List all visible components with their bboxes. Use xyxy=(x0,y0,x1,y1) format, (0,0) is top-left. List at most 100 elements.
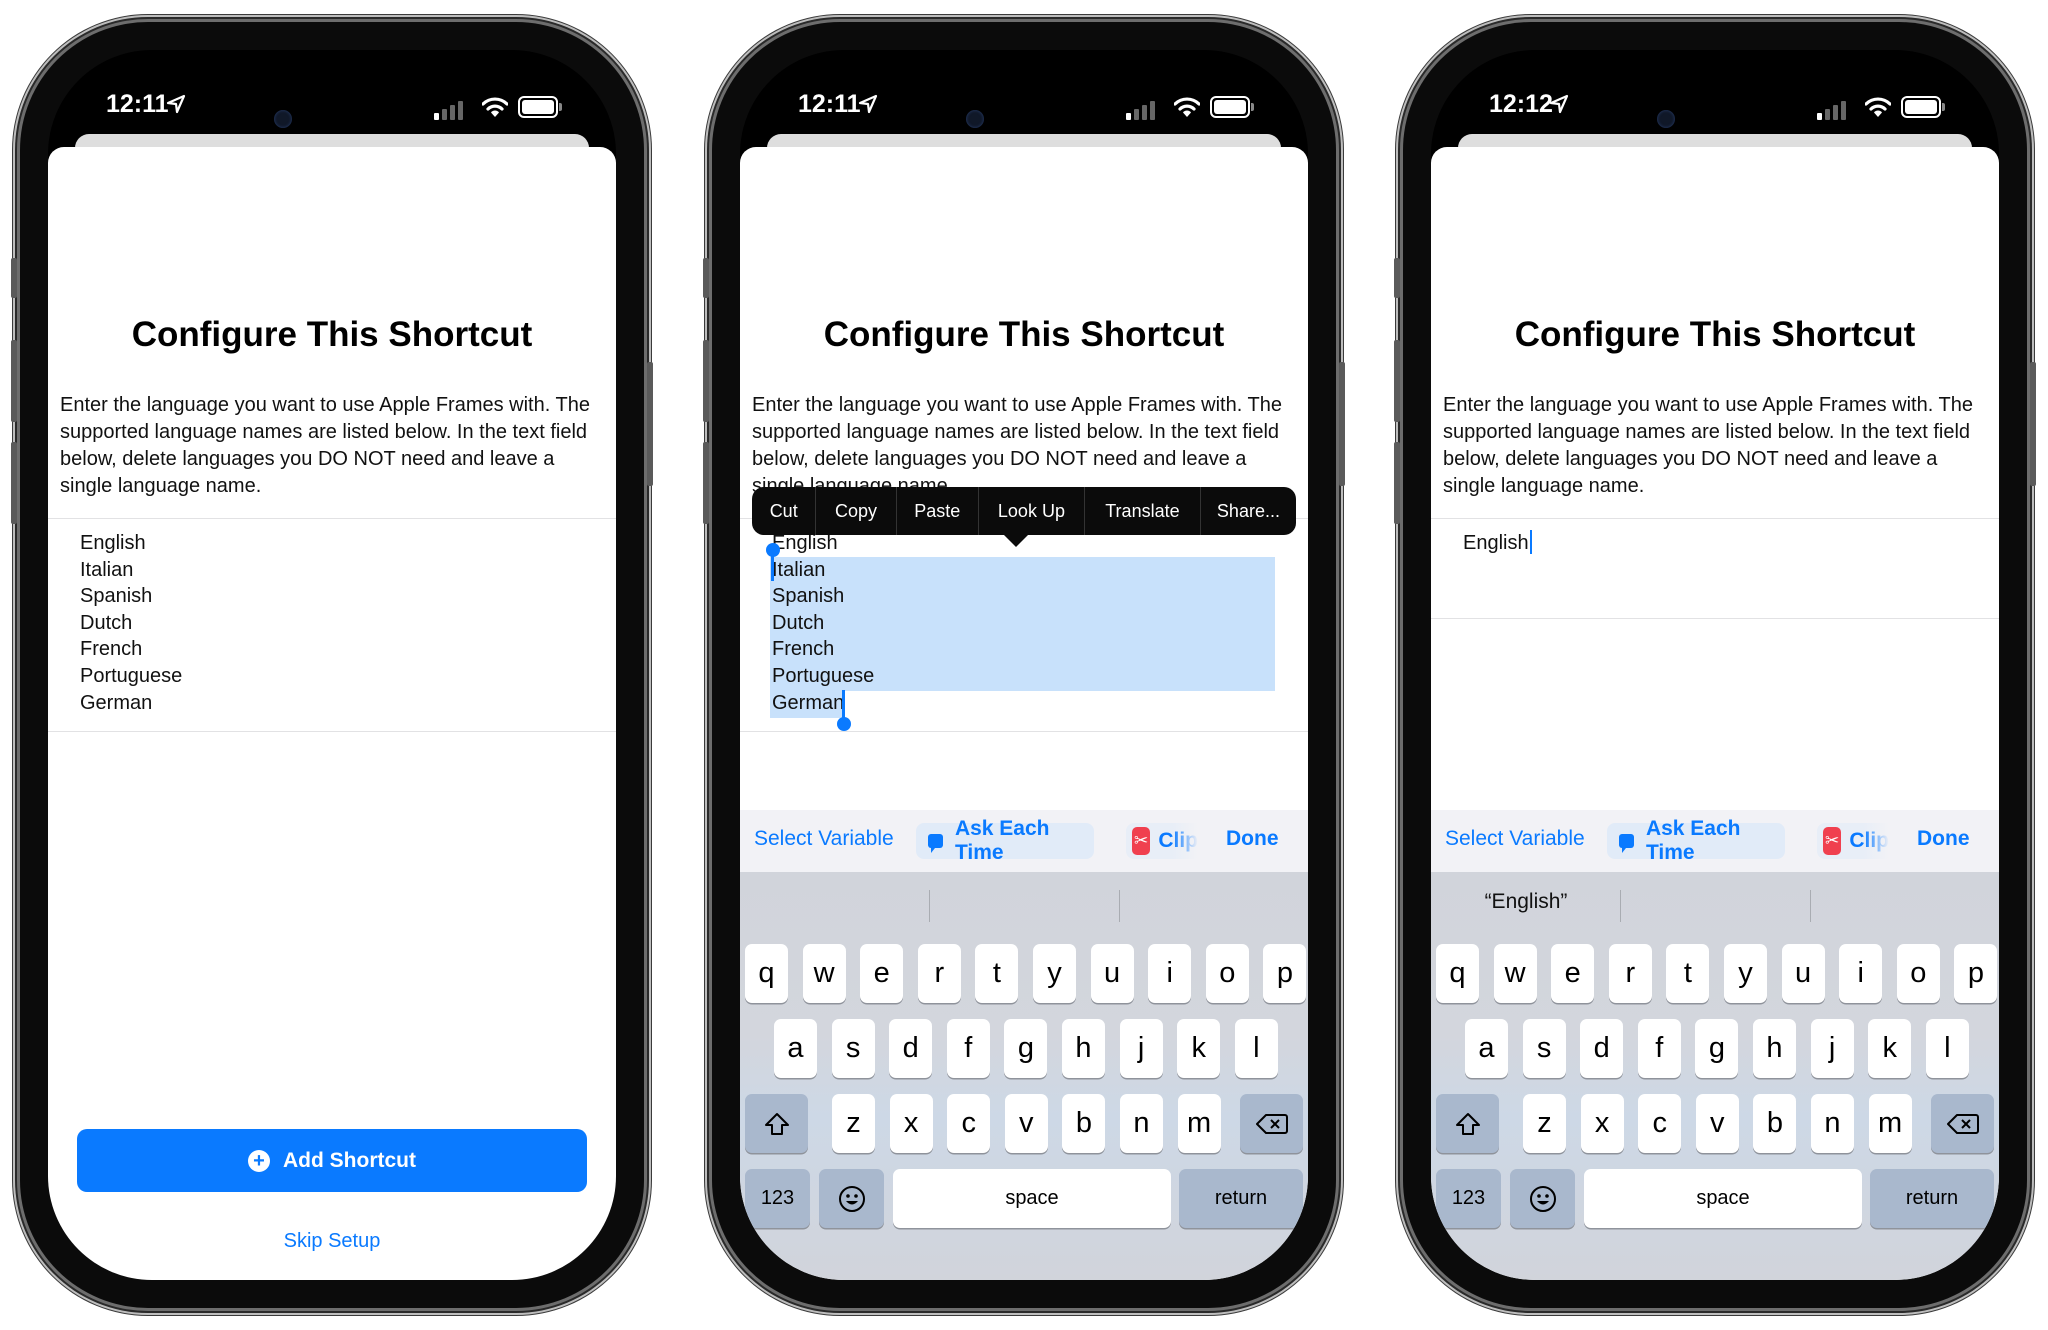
key-v[interactable]: v xyxy=(1004,1094,1048,1153)
key-p[interactable]: p xyxy=(1954,944,1998,1003)
key-q[interactable]: q xyxy=(1436,944,1479,1003)
key-a[interactable]: a xyxy=(1465,1019,1508,1078)
ask-each-time-button[interactable]: Ask Each Time xyxy=(1607,817,1785,864)
key-d[interactable]: d xyxy=(889,1019,933,1078)
menu-item-share[interactable]: Share... xyxy=(1201,487,1296,535)
key-u[interactable]: u xyxy=(1090,944,1134,1003)
key-t[interactable]: t xyxy=(975,944,1019,1003)
key-b[interactable]: b xyxy=(1753,1094,1797,1153)
key-r[interactable]: r xyxy=(917,944,961,1003)
key-w[interactable]: w xyxy=(802,944,846,1003)
key-h[interactable]: h xyxy=(1062,1019,1105,1078)
done-button[interactable]: Done xyxy=(1917,827,1970,851)
key-n[interactable]: n xyxy=(1811,1094,1854,1153)
key-p[interactable]: p xyxy=(1263,944,1307,1003)
menu-item-copy[interactable]: Copy xyxy=(816,487,897,535)
key-i[interactable]: i xyxy=(1839,944,1883,1003)
delete-key[interactable] xyxy=(1931,1094,1994,1153)
key-g[interactable]: g xyxy=(1695,1019,1739,1078)
key-b[interactable]: b xyxy=(1062,1094,1106,1153)
skip-setup-link[interactable]: Skip Setup xyxy=(48,1230,616,1253)
space-key[interactable]: space xyxy=(893,1169,1171,1228)
key-w[interactable]: w xyxy=(1493,944,1537,1003)
key-o[interactable]: o xyxy=(1205,944,1249,1003)
suggestion[interactable] xyxy=(930,872,1120,932)
field-line: German xyxy=(80,691,153,714)
key-c[interactable]: c xyxy=(947,1094,991,1153)
key-g[interactable]: g xyxy=(1004,1019,1048,1078)
description-text: Enter the language you want to use Apple… xyxy=(1443,394,1973,497)
globe-icon[interactable] xyxy=(1465,1274,1501,1280)
numbers-key[interactable]: 123 xyxy=(1436,1169,1501,1228)
key-f[interactable]: f xyxy=(946,1019,990,1078)
ask-each-time-button[interactable]: Ask Each Time xyxy=(916,817,1094,864)
menu-item-cut[interactable]: Cut xyxy=(752,487,817,535)
suggestion[interactable]: “English” xyxy=(1431,872,1621,932)
return-key[interactable]: return xyxy=(1179,1169,1303,1228)
select-variable-button[interactable]: Select Variable xyxy=(754,827,894,851)
keyboard: “English” q w e r t y u i o p a s d f g h j k l z x c v b n m 123 s… xyxy=(1431,872,1999,1280)
language-text-field[interactable]: English Italian Spanish Dutch French Por… xyxy=(772,530,1278,716)
key-k[interactable]: k xyxy=(1868,1019,1912,1078)
key-r[interactable]: r xyxy=(1608,944,1652,1003)
key-e[interactable]: e xyxy=(1551,944,1595,1003)
key-n[interactable]: n xyxy=(1120,1094,1163,1153)
key-x[interactable]: x xyxy=(1580,1094,1624,1153)
key-o[interactable]: o xyxy=(1896,944,1940,1003)
suggestion[interactable] xyxy=(1621,872,1811,932)
select-variable-button[interactable]: Select Variable xyxy=(1445,827,1585,851)
suggestion[interactable] xyxy=(1120,872,1308,932)
space-key[interactable]: space xyxy=(1584,1169,1862,1228)
key-f[interactable]: f xyxy=(1637,1019,1681,1078)
numbers-key[interactable]: 123 xyxy=(745,1169,810,1228)
key-k[interactable]: k xyxy=(1177,1019,1221,1078)
globe-icon[interactable] xyxy=(774,1274,810,1280)
key-j[interactable]: j xyxy=(1119,1019,1163,1078)
key-a[interactable]: a xyxy=(774,1019,817,1078)
language-text-field[interactable]: English Italian Spanish Dutch French Por… xyxy=(80,530,586,716)
language-text-field[interactable]: English xyxy=(1463,530,1969,557)
selection-end-handle[interactable] xyxy=(837,717,851,731)
key-h[interactable]: h xyxy=(1753,1019,1796,1078)
key-m[interactable]: m xyxy=(1868,1094,1912,1153)
menu-item-look-up[interactable]: Look Up xyxy=(979,487,1085,535)
key-c[interactable]: c xyxy=(1638,1094,1682,1153)
add-shortcut-button[interactable]: + Add Shortcut xyxy=(77,1129,587,1192)
microphone-icon[interactable] xyxy=(1937,1272,1965,1280)
shift-key[interactable] xyxy=(1436,1094,1499,1153)
return-key[interactable]: return xyxy=(1870,1169,1994,1228)
key-i[interactable]: i xyxy=(1148,944,1192,1003)
menu-item-paste[interactable]: Paste xyxy=(897,487,979,535)
key-l[interactable]: l xyxy=(1925,1019,1969,1078)
key-j[interactable]: j xyxy=(1810,1019,1854,1078)
clipboard-variable-button[interactable]: ✂ Clip xyxy=(1817,823,1889,859)
key-s[interactable]: s xyxy=(1522,1019,1566,1078)
done-button[interactable]: Done xyxy=(1226,827,1279,851)
delete-key[interactable] xyxy=(1240,1094,1303,1153)
key-l[interactable]: l xyxy=(1234,1019,1278,1078)
emoji-key[interactable] xyxy=(819,1169,884,1228)
key-x[interactable]: x xyxy=(889,1094,933,1153)
suggestion[interactable] xyxy=(1811,872,1999,932)
microphone-icon[interactable] xyxy=(1246,1272,1274,1280)
clipboard-variable-button[interactable]: ✂ Clip xyxy=(1126,823,1198,859)
key-y[interactable]: y xyxy=(1033,944,1076,1003)
selection-start-bar xyxy=(771,551,774,581)
suggestion[interactable] xyxy=(740,872,930,932)
key-d[interactable]: d xyxy=(1580,1019,1624,1078)
key-z[interactable]: z xyxy=(832,1094,875,1153)
key-e[interactable]: e xyxy=(860,944,904,1003)
key-m[interactable]: m xyxy=(1177,1094,1221,1153)
divider xyxy=(1431,618,1999,619)
key-t[interactable]: t xyxy=(1666,944,1710,1003)
status-time: 12:11 xyxy=(106,90,169,118)
key-v[interactable]: v xyxy=(1695,1094,1739,1153)
key-z[interactable]: z xyxy=(1523,1094,1566,1153)
key-s[interactable]: s xyxy=(831,1019,875,1078)
key-u[interactable]: u xyxy=(1781,944,1825,1003)
emoji-key[interactable] xyxy=(1510,1169,1575,1228)
key-y[interactable]: y xyxy=(1724,944,1767,1003)
key-q[interactable]: q xyxy=(745,944,788,1003)
shift-key[interactable] xyxy=(745,1094,808,1153)
menu-item-translate[interactable]: Translate xyxy=(1085,487,1201,535)
